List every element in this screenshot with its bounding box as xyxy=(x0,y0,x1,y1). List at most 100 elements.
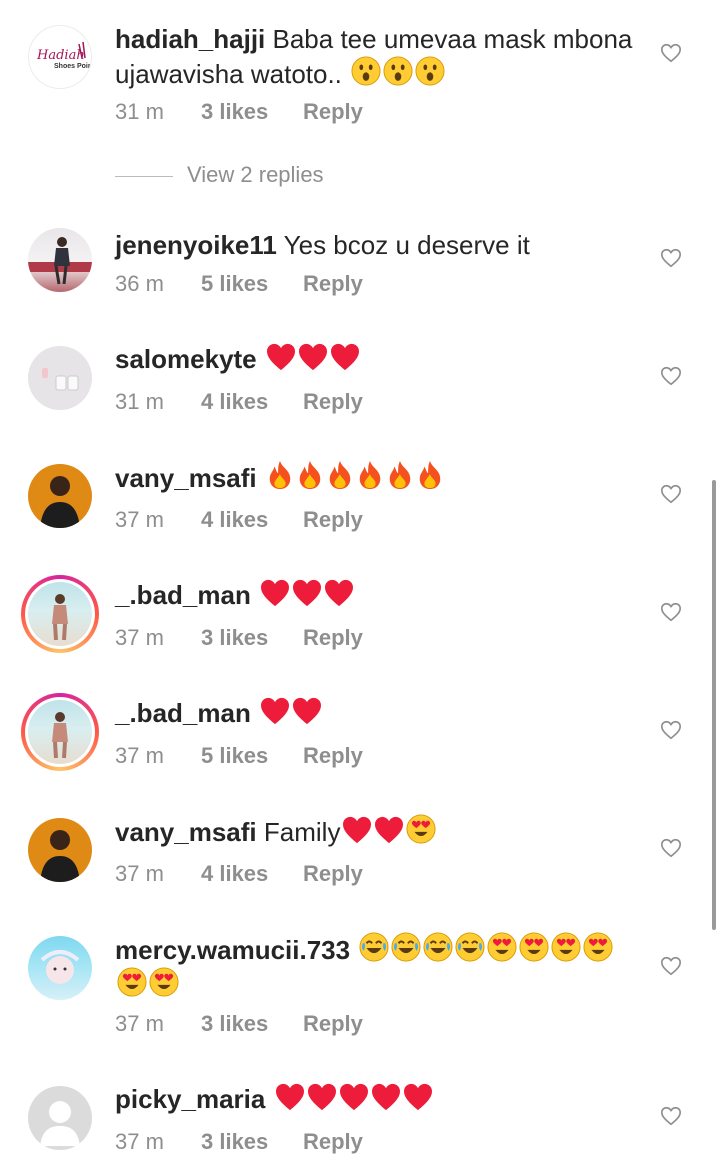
red-heart-icon xyxy=(342,816,372,844)
comment-meta: 37 m 3 likes Reply xyxy=(115,625,363,651)
comment-username[interactable]: vany_msafi xyxy=(115,463,257,493)
person-photo-icon xyxy=(40,476,80,528)
heart-eyes-icon xyxy=(487,932,517,962)
like-heart-icon[interactable] xyxy=(660,719,682,741)
comment-time: 37 m xyxy=(115,861,164,886)
comment-username[interactable]: salomekyte xyxy=(115,344,257,374)
avatar[interactable] xyxy=(28,818,92,882)
avatar[interactable] xyxy=(28,228,92,292)
comment-likes[interactable]: 4 likes xyxy=(201,507,303,533)
like-heart-icon[interactable] xyxy=(660,955,682,977)
red-heart-icon xyxy=(324,579,354,607)
svg-text:Shoes Point: Shoes Point xyxy=(54,63,92,70)
red-heart-icon xyxy=(260,697,290,725)
comment-username[interactable]: picky_maria xyxy=(115,1084,265,1114)
reply-button[interactable]: Reply xyxy=(303,507,363,533)
heart-eyes-icon xyxy=(583,932,613,962)
tears-of-joy-icon xyxy=(423,932,453,962)
product-photo-icon xyxy=(42,368,79,391)
red-heart-icon xyxy=(260,579,290,607)
hushed-face-icon xyxy=(351,56,381,86)
comment-time: 37 m xyxy=(115,625,164,650)
reply-button[interactable]: Reply xyxy=(303,389,363,415)
comment-time: 37 m xyxy=(115,1129,164,1154)
reply-button[interactable]: Reply xyxy=(303,1011,363,1037)
avatar[interactable] xyxy=(28,936,92,1000)
reply-button[interactable]: Reply xyxy=(303,743,363,769)
like-heart-icon[interactable] xyxy=(660,247,682,269)
comment-text: _.bad_man xyxy=(115,696,635,730)
reply-button[interactable]: Reply xyxy=(303,271,363,297)
comment-text: picky_maria xyxy=(115,1082,635,1116)
comment-username[interactable]: jenenyoike11 xyxy=(115,230,277,260)
reply-button[interactable]: Reply xyxy=(303,625,363,651)
comment-username[interactable]: _.bad_man xyxy=(115,580,251,610)
hadiah-logo-icon: Hadiah Shoes Point xyxy=(36,41,92,70)
fire-icon xyxy=(326,460,354,490)
heart-eyes-icon xyxy=(519,932,549,962)
comment-text: mercy.wamucii.733 xyxy=(115,932,625,1002)
heart-eyes-icon xyxy=(551,932,581,962)
heart-eyes-icon xyxy=(149,967,179,997)
like-heart-icon[interactable] xyxy=(660,42,682,64)
tears-of-joy-icon xyxy=(359,932,389,962)
tears-of-joy-icon xyxy=(391,932,421,962)
red-heart-icon xyxy=(371,1083,401,1111)
view-replies-label[interactable]: View 2 replies xyxy=(187,162,324,187)
comment-likes[interactable]: 4 likes xyxy=(201,389,303,415)
like-heart-icon[interactable] xyxy=(660,483,682,505)
tears-of-joy-icon xyxy=(455,932,485,962)
scrollbar[interactable] xyxy=(712,480,716,930)
comment-time: 37 m xyxy=(115,1011,164,1036)
svg-text:Hadiah: Hadiah xyxy=(36,48,85,63)
comment-likes[interactable]: 3 likes xyxy=(201,1129,303,1155)
comment-time: 37 m xyxy=(115,507,164,532)
comment-text: vany_msafi Family xyxy=(115,814,635,849)
red-heart-icon xyxy=(275,1083,305,1111)
red-heart-icon xyxy=(292,697,322,725)
comment-likes[interactable]: 3 likes xyxy=(201,99,303,125)
person-photo-icon xyxy=(40,950,80,984)
avatar-story-ring[interactable] xyxy=(21,575,99,653)
red-heart-icon xyxy=(339,1083,369,1111)
reply-button[interactable]: Reply xyxy=(303,99,363,125)
avatar[interactable] xyxy=(28,700,92,764)
comment-likes[interactable]: 5 likes xyxy=(201,743,303,769)
comment-likes[interactable]: 4 likes xyxy=(201,861,303,887)
avatar[interactable] xyxy=(28,346,92,410)
comment-meta: 37 m 4 likes Reply xyxy=(115,507,363,533)
avatar[interactable] xyxy=(28,582,92,646)
red-heart-icon xyxy=(330,343,360,371)
comment-text: _.bad_man xyxy=(115,578,635,612)
person-photo-icon xyxy=(52,594,68,641)
comment-username[interactable]: mercy.wamucii.733 xyxy=(115,935,350,965)
comment-likes[interactable]: 5 likes xyxy=(201,271,303,297)
like-heart-icon[interactable] xyxy=(660,837,682,859)
comment-username[interactable]: vany_msafi xyxy=(115,817,257,847)
comment-username[interactable]: _.bad_man xyxy=(115,698,251,728)
avatar[interactable] xyxy=(28,464,92,528)
reply-button[interactable]: Reply xyxy=(303,1129,363,1155)
comment-likes[interactable]: 3 likes xyxy=(201,625,303,651)
comment-likes[interactable]: 3 likes xyxy=(201,1011,303,1037)
comment-text: salomekyte xyxy=(115,342,635,376)
like-heart-icon[interactable] xyxy=(660,601,682,623)
comment-time: 37 m xyxy=(115,743,164,768)
like-heart-icon[interactable] xyxy=(660,365,682,387)
comment-meta: 37 m 4 likes Reply xyxy=(115,861,363,887)
avatar[interactable] xyxy=(28,1086,92,1150)
divider-line xyxy=(115,175,173,177)
comment-username[interactable]: hadiah_hajji xyxy=(115,24,265,54)
view-replies-button[interactable]: View 2 replies xyxy=(115,162,324,188)
reply-button[interactable]: Reply xyxy=(303,861,363,887)
comment-meta: 37 m 3 likes Reply xyxy=(115,1011,363,1037)
comment-text: jenenyoike11 Yes bcoz u deserve it xyxy=(115,228,635,262)
like-heart-icon[interactable] xyxy=(660,1105,682,1127)
red-heart-icon xyxy=(307,1083,337,1111)
avatar[interactable]: Hadiah Shoes Point xyxy=(28,25,92,89)
person-photo-icon xyxy=(52,712,68,759)
fire-icon xyxy=(386,460,414,490)
comment-meta: 36 m 5 likes Reply xyxy=(115,271,363,297)
fire-icon xyxy=(416,460,444,490)
avatar-story-ring[interactable] xyxy=(21,693,99,771)
